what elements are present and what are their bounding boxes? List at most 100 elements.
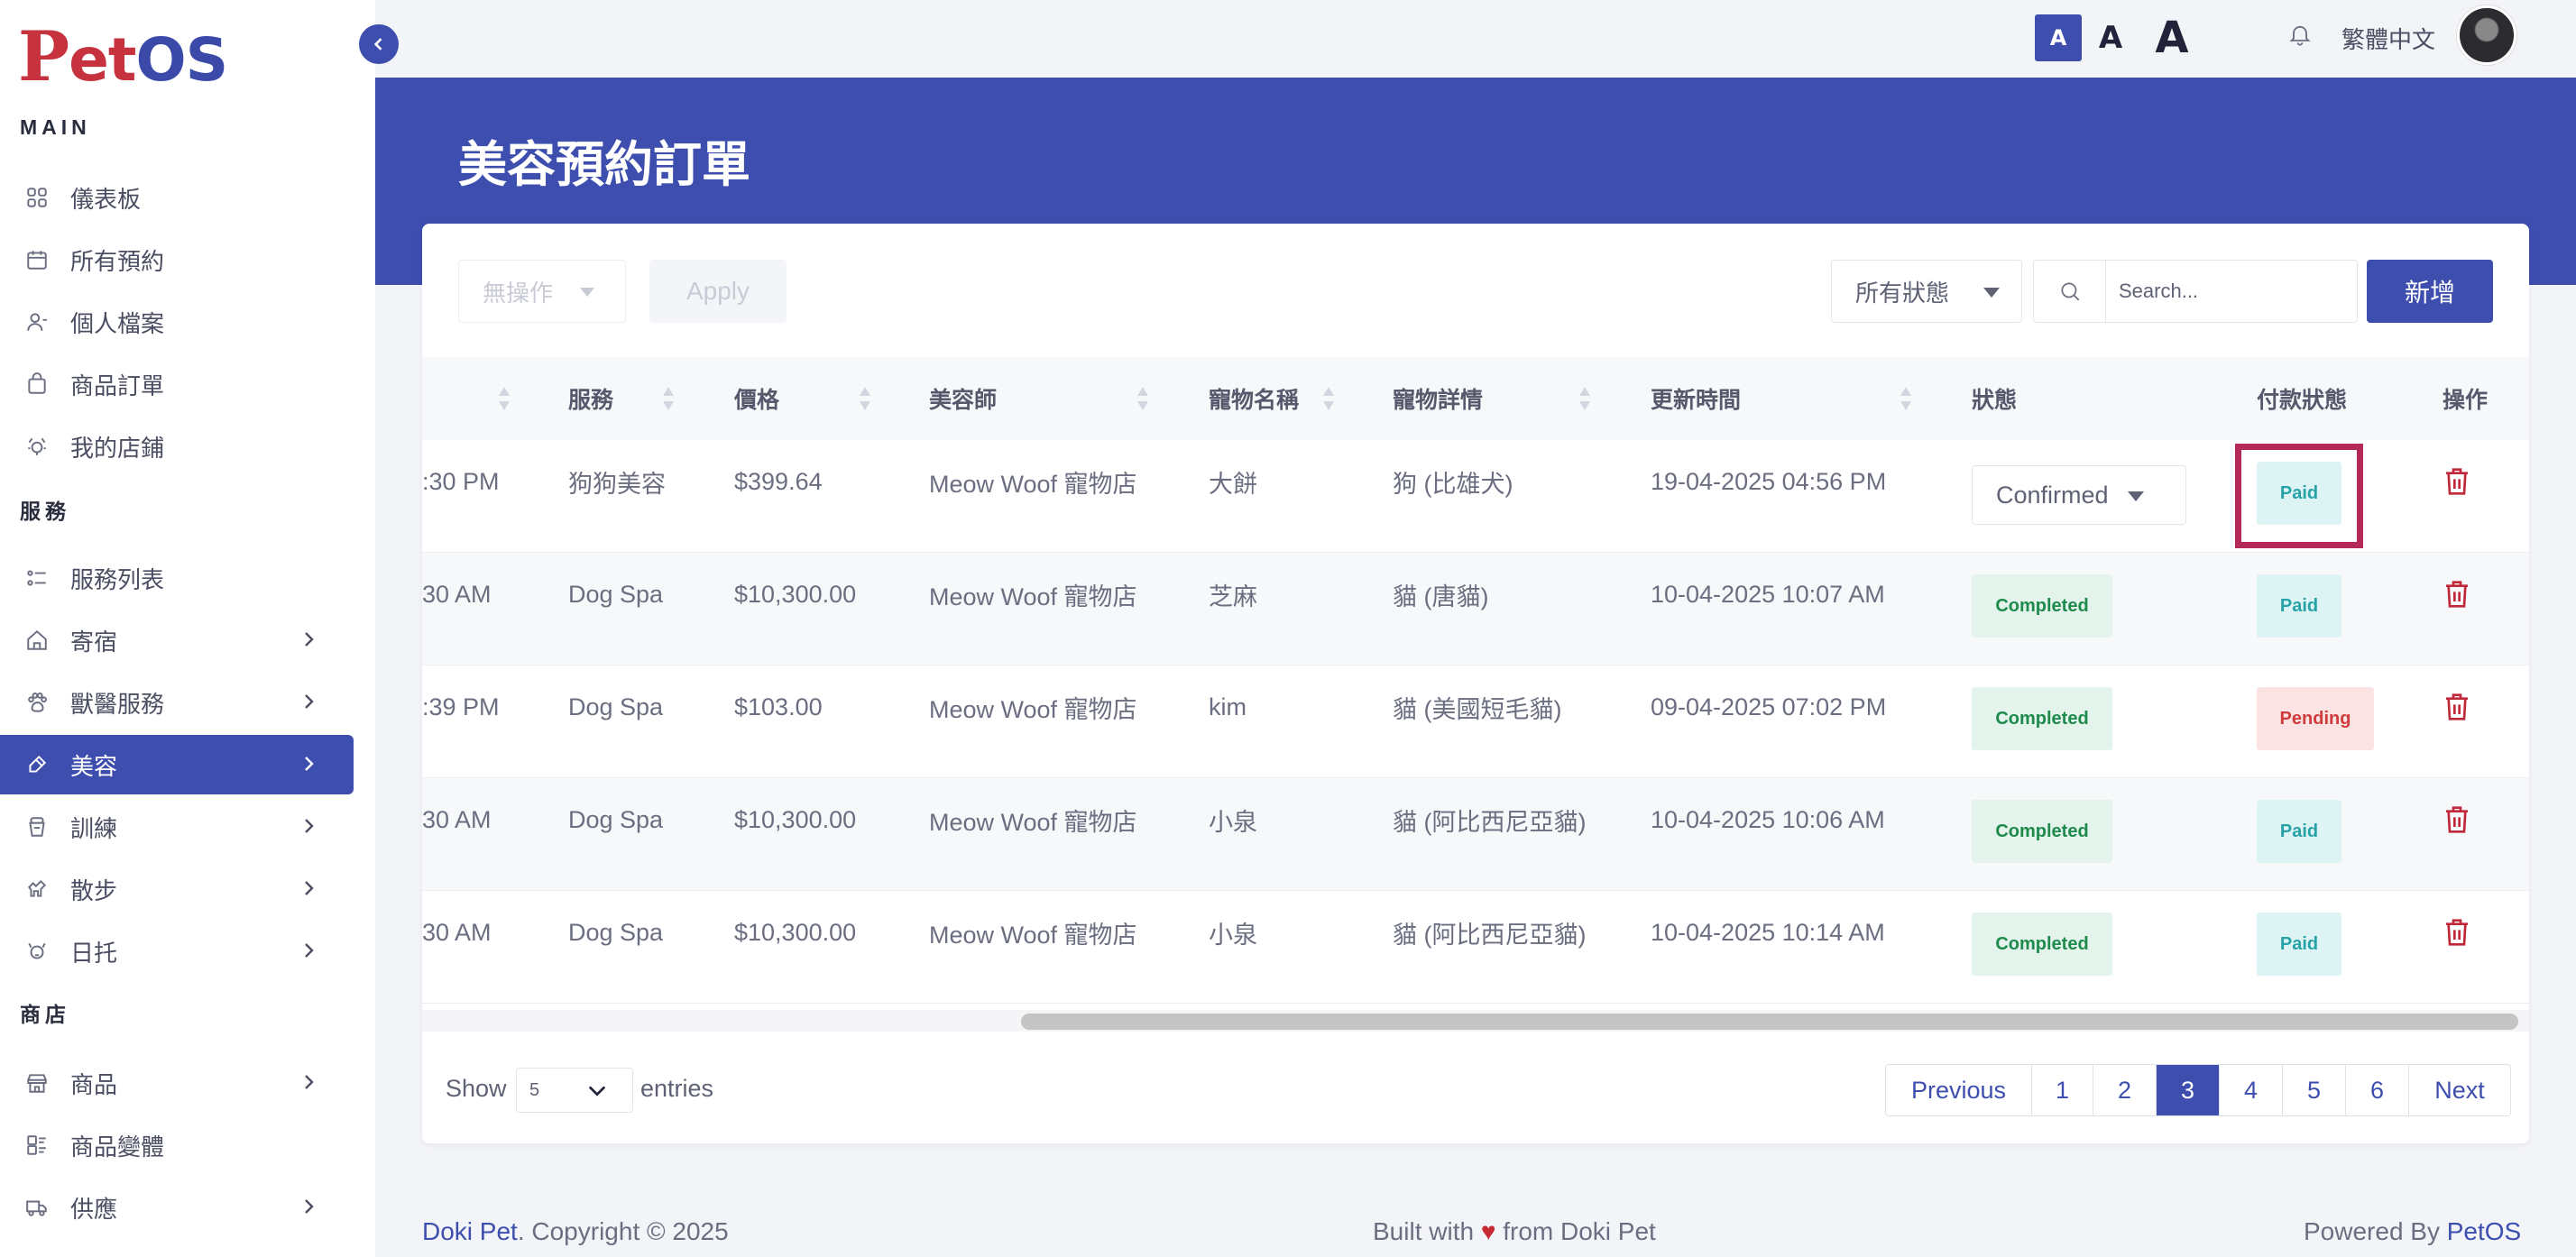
pagination-page-6[interactable]: 6 [2346, 1065, 2409, 1115]
scrollbar-thumb[interactable] [1021, 1014, 2518, 1030]
paw-icon [25, 691, 49, 714]
cell-service: 狗狗美容 [568, 470, 666, 498]
cell-groomer: Meow Woof 寵物店 [929, 583, 1137, 610]
pagination-page-4[interactable]: 4 [2220, 1065, 2283, 1115]
sidebar-item-product-variants[interactable]: 商品變體 [0, 1115, 354, 1175]
sidebar-item-label: 美容 [70, 752, 118, 780]
column-header-updated-time[interactable]: 更新時間 [1651, 357, 1741, 440]
font-size-medium-button[interactable]: A [2091, 14, 2130, 61]
variants-icon [25, 1133, 49, 1157]
cell-time: :39 PM [422, 693, 500, 720]
cell-price: $10,300.00 [734, 580, 857, 608]
cell-groomer: Meow Woof 寵物店 [929, 808, 1137, 836]
page-title: 美容預約訂單 [458, 138, 750, 192]
cell-pet-name: 小泉 [1209, 808, 1257, 836]
cell-updated-time: 10-04-2025 10:07 AM [1651, 580, 1885, 608]
payment-status-badge: Pending [2257, 687, 2374, 750]
sidebar-item-all-bookings[interactable]: 所有預約 [0, 230, 354, 289]
cell-time: 30 AM [422, 805, 492, 833]
sidebar-item-boarding[interactable]: 寄宿 [0, 610, 354, 670]
sidebar-item-daycare[interactable]: 日托 [0, 922, 354, 981]
column-header-pet-name[interactable]: 寵物名稱 [1209, 357, 1299, 440]
cell-service: Dog Spa [568, 918, 664, 946]
sidebar-item-vet-services[interactable]: 獸醫服務 [0, 673, 354, 732]
pagination-page-2[interactable]: 2 [2093, 1065, 2157, 1115]
footer-copyright-text: . Copyright © 2025 [517, 1217, 729, 1245]
table-row: :30 PM 狗狗美容 $399.64 Meow Woof 寵物店 大餅 狗 (… [422, 440, 2529, 553]
sidebar-item-label: 散步 [70, 876, 118, 904]
status-select[interactable]: Confirmed [1972, 465, 2186, 525]
sidebar-item-profile[interactable]: 個人檔案 [0, 292, 354, 352]
chevron-right-icon [305, 632, 314, 647]
sidebar-item-dashboard[interactable]: 儀表板 [0, 168, 354, 227]
bell-icon[interactable] [2287, 20, 2313, 49]
pagination-page-5[interactable]: 5 [2283, 1065, 2346, 1115]
house-icon [25, 628, 49, 652]
trash-icon[interactable] [2443, 803, 2471, 836]
sidebar-item-products[interactable]: 商品 [0, 1053, 354, 1113]
pagination-next[interactable]: Next [2409, 1065, 2510, 1115]
sidebar-item-label: 我的店鋪 [70, 434, 165, 462]
bulk-action-select[interactable]: 無操作 [458, 260, 626, 323]
trash-icon[interactable] [2443, 916, 2471, 949]
pagination-page-3[interactable]: 3 [2157, 1065, 2220, 1115]
column-header-payment-status: 付款狀態 [2257, 388, 2348, 413]
font-size-small-button[interactable]: A [2035, 14, 2082, 61]
apply-button[interactable]: Apply [649, 260, 787, 323]
sidebar-item-product-orders[interactable]: 商品訂單 [0, 354, 354, 414]
font-size-large-button[interactable]: A [2147, 13, 2197, 63]
footer-copyright: Doki Pet. Copyright © 2025 [422, 1217, 729, 1246]
sidebar-item-service-list[interactable]: 服務列表 [0, 548, 354, 608]
chevron-right-icon [305, 881, 314, 895]
payment-status-badge: Paid [2257, 800, 2341, 863]
column-header-pet-details[interactable]: 寵物詳情 [1393, 357, 1483, 440]
status-filter-select[interactable]: 所有狀態 [1831, 260, 2022, 323]
cell-pet-name: 小泉 [1209, 921, 1257, 949]
walk-icon [25, 877, 49, 901]
sidebar-item-supply[interactable]: 供應 [0, 1178, 354, 1237]
search-input[interactable] [2105, 260, 2358, 323]
page-size-select[interactable]: 5 [516, 1068, 633, 1113]
pagination-previous[interactable]: Previous [1886, 1065, 2032, 1115]
petos-logo[interactable]: PetOS [18, 16, 228, 96]
sort-icon[interactable] [1136, 385, 1149, 412]
chevron-right-icon [305, 757, 314, 771]
chevron-left-icon [373, 38, 382, 50]
cell-time: 30 AM [422, 918, 492, 946]
sidebar-item-grooming[interactable]: 美容 [0, 735, 354, 794]
trash-icon[interactable] [2443, 465, 2471, 498]
chevron-right-icon [305, 943, 314, 958]
sort-icon[interactable] [1900, 385, 1912, 412]
trash-icon[interactable] [2443, 691, 2471, 723]
column-header-groomer[interactable]: 美容師 [929, 357, 997, 440]
sort-icon[interactable] [498, 385, 511, 412]
sidebar-collapse-button[interactable] [359, 24, 399, 64]
column-header-service[interactable]: 服務 [568, 357, 613, 440]
sort-icon[interactable] [1578, 385, 1591, 412]
cell-groomer: Meow Woof 寵物店 [929, 470, 1137, 498]
sidebar-item-training[interactable]: 訓練 [0, 797, 354, 857]
sort-icon[interactable] [859, 385, 871, 412]
footer-brand-link[interactable]: Doki Pet [422, 1217, 518, 1245]
trash-icon[interactable] [2443, 578, 2471, 610]
pagination: Previous 1 2 3 4 5 6 Next [1885, 1064, 2511, 1116]
avatar[interactable] [2457, 5, 2516, 65]
horizontal-scrollbar[interactable] [422, 1010, 2529, 1032]
status-badge: Completed [1972, 687, 2112, 750]
pagination-page-1[interactable]: 1 [2032, 1065, 2093, 1115]
cell-updated-time: 10-04-2025 10:06 AM [1651, 805, 1885, 833]
sidebar-item-label: 獸醫服務 [70, 690, 165, 718]
footer-petos-link[interactable]: PetOS [2447, 1217, 2521, 1245]
cell-pet-details: 貓 (阿比西尼亞貓) [1393, 921, 1587, 949]
sort-icon[interactable] [1322, 385, 1335, 412]
column-header-price[interactable]: 價格 [734, 357, 779, 440]
table-row: 30 AM Dog Spa $10,300.00 Meow Woof 寵物店 小… [422, 891, 2529, 1004]
footer-powered-pre: Powered By [2304, 1217, 2447, 1245]
cell-updated-time: 09-04-2025 07:02 PM [1651, 693, 1887, 720]
cell-service: Dog Spa [568, 805, 664, 833]
sidebar-item-walking[interactable]: 散步 [0, 859, 354, 919]
sidebar-item-my-shop[interactable]: 我的店鋪 [0, 417, 354, 476]
sort-icon[interactable] [662, 385, 675, 412]
add-button[interactable]: 新增 [2367, 260, 2493, 323]
language-selector[interactable]: 繁體中文 [2341, 22, 2435, 55]
